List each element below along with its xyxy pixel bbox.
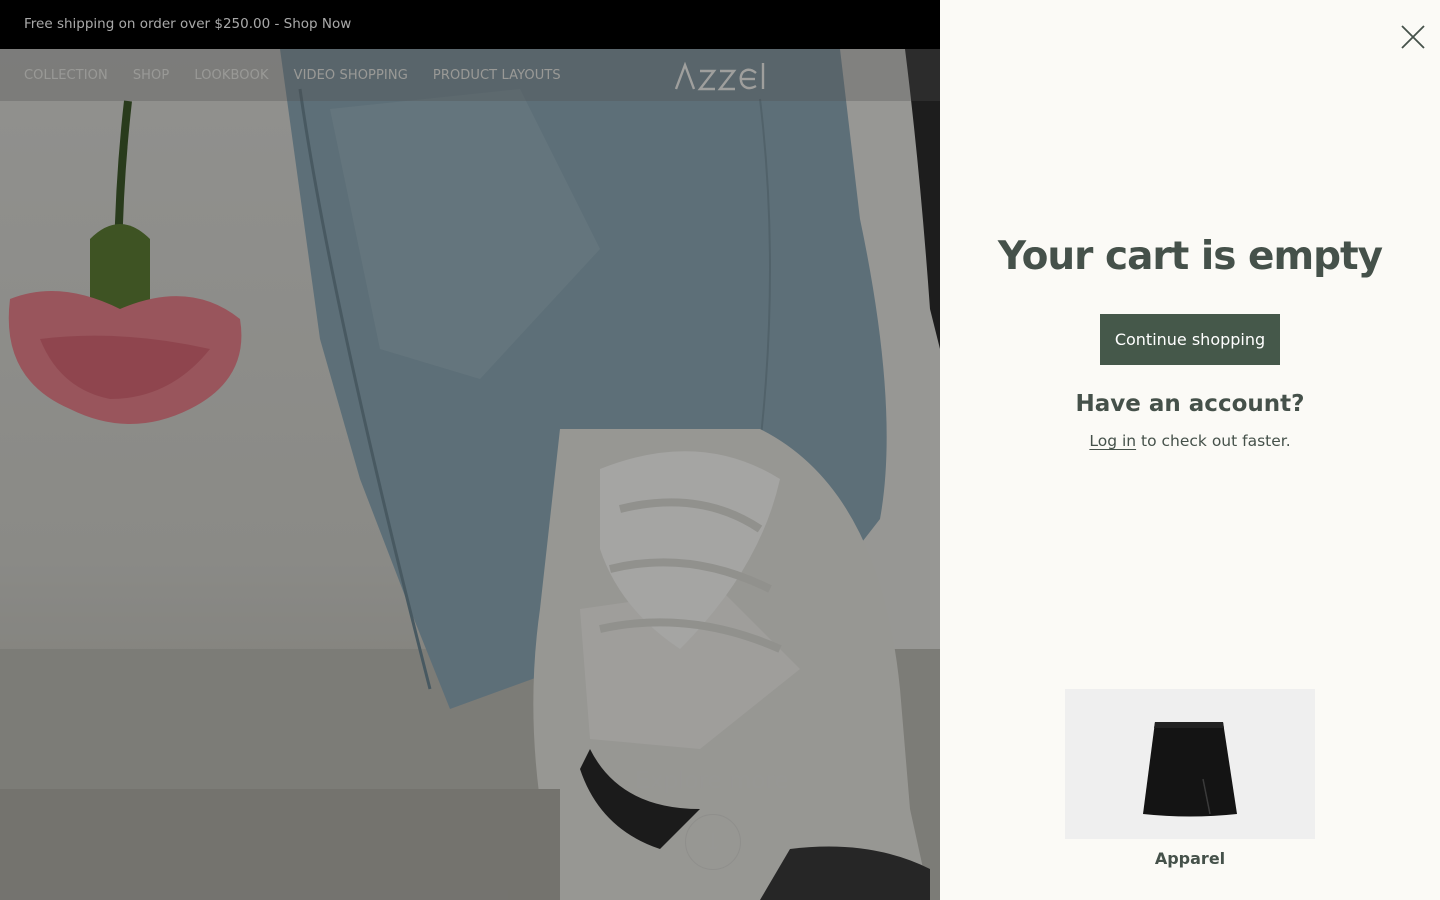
announcement-bar[interactable]: Free shipping on order over $250.00 - Sh… — [0, 0, 940, 49]
store-page: Free shipping on order over $250.00 - Sh… — [0, 0, 940, 900]
nav-video-shopping[interactable]: VIDEO SHOPPING — [294, 68, 408, 83]
nav-collection[interactable]: COLLECTION — [24, 68, 108, 83]
featured-collection-label[interactable]: Apparel — [1065, 849, 1315, 868]
arrow-down-icon — [706, 833, 720, 852]
login-suffix: to check out faster. — [1136, 432, 1291, 450]
cart-empty-title: Your cart is empty — [997, 234, 1383, 279]
azzel-logo-icon — [674, 61, 765, 91]
login-prompt: Log in to check out faster. — [940, 432, 1440, 450]
account-heading: Have an account? — [1075, 391, 1305, 417]
featured-collection-card[interactable]: Apparel — [1065, 689, 1315, 868]
site-header: COLLECTION SHOP LOOKBOOK VIDEO SHOPPING … — [0, 49, 940, 101]
nav-product-layouts[interactable]: PRODUCT LAYOUTS — [433, 68, 561, 83]
close-cart-button[interactable] — [1400, 24, 1426, 50]
nav-lookbook[interactable]: LOOKBOOK — [194, 68, 268, 83]
brand-logo[interactable] — [674, 59, 770, 91]
cart-drawer: Your cart is empty Continue shopping Hav… — [940, 0, 1440, 900]
skirt-icon — [1143, 722, 1237, 817]
skirt-image[interactable] — [1065, 689, 1315, 839]
main-nav: COLLECTION SHOP LOOKBOOK VIDEO SHOPPING … — [24, 49, 561, 101]
hero-image — [0, 49, 940, 900]
close-icon — [1401, 25, 1425, 49]
nav-shop[interactable]: SHOP — [133, 68, 170, 83]
login-link[interactable]: Log in — [1089, 432, 1136, 450]
explore-more-label: Explore more — [635, 768, 789, 794]
announcement-text[interactable]: Free shipping on order over $250.00 - Sh… — [24, 16, 351, 32]
scroll-down-button[interactable] — [685, 814, 741, 870]
continue-shopping-button[interactable]: Continue shopping — [1100, 314, 1280, 365]
hero-banner — [0, 49, 940, 900]
